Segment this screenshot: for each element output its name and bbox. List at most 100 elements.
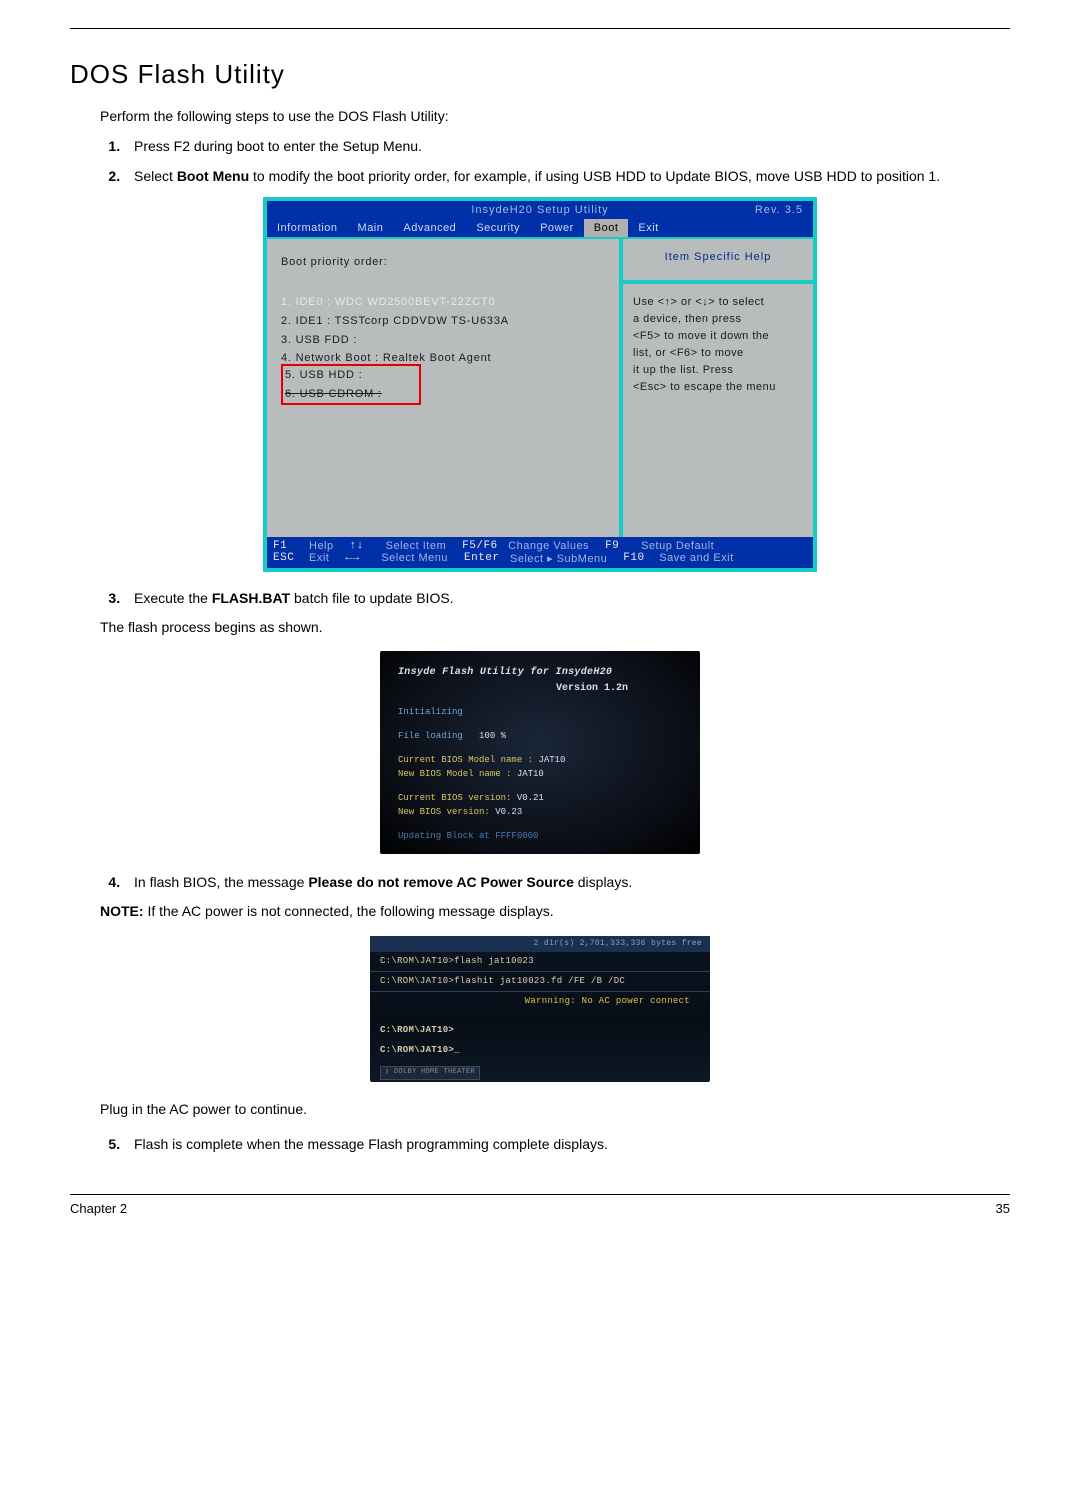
fv-save-exit: Save and Exit	[659, 552, 733, 565]
shot2-cvv: V0.21	[517, 793, 544, 803]
step-3: Execute the FLASH.BAT batch file to upda…	[124, 588, 1010, 608]
shot3-l3: C:\ROM\JAT10>	[380, 1025, 454, 1035]
shot3-l1: C:\ROM\JAT10>flash jat10023	[380, 956, 534, 966]
step-4-b: Please do not remove AC Power Source	[308, 874, 574, 890]
fv-setup-default: Setup Default	[641, 540, 714, 552]
help-line-6: <Esc> to escape the menu	[633, 379, 803, 396]
boot-item-2: 2. IDE1 : TSSTcorp CDDVDW TS-U633A	[281, 312, 605, 331]
fk-esc: ESC	[273, 552, 305, 565]
bios-header: InsydeH20 Setup Utility Rev. 3.5	[267, 201, 813, 219]
steps-list-cont2: In flash BIOS, the message Please do not…	[124, 872, 1010, 892]
fv-change-values: Change Values	[508, 540, 589, 552]
shot2-nml: New BIOS Model name :	[398, 769, 511, 779]
bios-rev: Rev. 3.5	[609, 204, 803, 216]
step-2-c: to modify the boot priority order, for e…	[249, 168, 940, 184]
step-4-a: In flash BIOS, the message	[134, 874, 308, 890]
step-4: In flash BIOS, the message Please do not…	[124, 872, 1010, 892]
help-line-2: a device, then press	[633, 311, 803, 328]
shot2-init: Initializing	[398, 706, 463, 720]
fv-select-menu: Select Menu	[381, 552, 448, 565]
page-title: DOS Flash Utility	[70, 59, 1010, 90]
fv-submenu: Select ▸ SubMenu	[510, 552, 607, 565]
step-2-a: Select	[134, 168, 177, 184]
steps-list-cont1: Execute the FLASH.BAT batch file to upda…	[124, 588, 1010, 608]
bios-left-panel: Boot priority order: 1. IDE0 : WDC WD250…	[267, 239, 623, 537]
help-line-4: list, or <F6> to move	[633, 345, 803, 362]
shot2-title: Insyde Flash Utility for InsydeH20	[398, 665, 688, 681]
red-highlight-box: 5. USB HDD : 6. USB CDROM :	[281, 364, 421, 405]
step-2: Select Boot Menu to modify the boot prio…	[124, 166, 1010, 186]
top-rule	[70, 28, 1010, 29]
shot2-cml: Current BIOS Model name :	[398, 755, 533, 765]
tab-security: Security	[466, 219, 530, 237]
fk-enter: Enter	[464, 552, 506, 565]
shot2-nmv: JAT10	[517, 769, 544, 779]
page-number: 35	[996, 1201, 1010, 1216]
shot3-topbar: 2 dir(s) 2,701,333,336 bytes free	[370, 936, 710, 952]
step-2-b: Boot Menu	[177, 168, 249, 184]
shot2-nvv: V0.23	[495, 807, 522, 817]
step-5: Flash is complete when the message Flash…	[124, 1134, 1010, 1154]
fv-select-item: Select Item	[386, 540, 447, 552]
bios-footer: F1Help ↑↓Select Item F5/F6Change Values …	[267, 537, 813, 568]
tab-boot: Boot	[584, 219, 629, 237]
step-4-c: displays.	[574, 874, 632, 890]
bios-help-panel: Item Specific Help Use <↑> or <↓> to sel…	[623, 239, 813, 537]
fk-f10: F10	[623, 552, 655, 565]
shot2-nvl: New BIOS version:	[398, 807, 490, 817]
steps-list-cont3: Flash is complete when the message Flash…	[124, 1134, 1010, 1154]
fk-f9: F9	[605, 540, 637, 552]
fv-exit: Exit	[309, 552, 329, 565]
boot-priority-label: Boot priority order:	[281, 253, 605, 272]
tab-exit: Exit	[628, 219, 668, 237]
shot3-warn: Warnning: No AC power connect	[380, 994, 700, 1009]
steps-list: Press F2 during boot to enter the Setup …	[124, 136, 1010, 187]
boot-item-1: 1. IDE0 : WDC WD2500BEVT-22ZCT0	[281, 293, 605, 312]
ac-warning-screenshot: 2 dir(s) 2,701,333,336 bytes free C:\ROM…	[370, 936, 710, 1082]
boot-item-6: 6. USB CDROM :	[285, 385, 382, 404]
shot3-l4: C:\ROM\JAT10>_	[380, 1045, 460, 1055]
step-4-note: NOTE: If the AC power is not connected, …	[100, 902, 1010, 922]
tab-advanced: Advanced	[393, 219, 466, 237]
tab-information: Information	[267, 219, 348, 237]
step-1: Press F2 during boot to enter the Setup …	[124, 136, 1010, 156]
step-3-c: batch file to update BIOS.	[290, 590, 453, 606]
step-3-follow: The flash process begins as shown.	[100, 618, 1010, 638]
fk-f5f6: F5/F6	[462, 540, 504, 552]
intro-text: Perform the following steps to use the D…	[100, 108, 1010, 124]
shot2-version: Version 1.2n	[398, 681, 688, 697]
fk-leftright: ←→	[345, 552, 377, 565]
boot-item-3: 3. USB FDD :	[281, 331, 605, 350]
bios-screenshot: InsydeH20 Setup Utility Rev. 3.5 Informa…	[263, 197, 817, 572]
help-title: Item Specific Help	[623, 239, 813, 284]
step-1-text: Press F2 during boot to enter the Setup …	[134, 138, 422, 154]
shot3-l2: C:\ROM\JAT10>flashit jat10023.fd /FE /B …	[380, 976, 625, 986]
boot-item-5: 5. USB HDD :	[285, 366, 413, 385]
flash-process-screenshot: Insyde Flash Utility for InsydeH20 Versi…	[380, 651, 700, 854]
shot2-cmv: JAT10	[538, 755, 565, 765]
help-line-1: Use <↑> or <↓> to select	[633, 294, 803, 311]
fv-help: Help	[309, 540, 334, 552]
note-label: NOTE:	[100, 903, 144, 919]
tab-main: Main	[348, 219, 394, 237]
shot3-badge: ▯ DOLBY HOME THEATER	[380, 1066, 480, 1080]
step-4-follow: Plug in the AC power to continue.	[100, 1100, 1010, 1120]
shot2-file: File loading	[398, 730, 463, 744]
help-line-3: <F5> to move it down the	[633, 328, 803, 345]
fk-updown: ↑↓	[350, 540, 382, 552]
fk-f1: F1	[273, 540, 305, 552]
shot2-updating: Updating Block at FFFF0000	[398, 830, 688, 844]
step-3-a: Execute the	[134, 590, 212, 606]
help-line-5: it up the list. Press	[633, 362, 803, 379]
bios-tabs: Information Main Advanced Security Power…	[267, 219, 813, 237]
chapter-label: Chapter 2	[70, 1201, 127, 1216]
tab-power: Power	[530, 219, 584, 237]
page-footer: Chapter 2 35	[70, 1195, 1010, 1216]
step-3-b: FLASH.BAT	[212, 590, 290, 606]
shot2-pct: 100 %	[479, 731, 506, 741]
bios-title: InsydeH20 Setup Utility	[471, 204, 608, 216]
help-body: Use <↑> or <↓> to select a device, then …	[623, 284, 813, 406]
shot2-cvl: Current BIOS version:	[398, 793, 511, 803]
step-5-text: Flash is complete when the message Flash…	[134, 1136, 608, 1152]
note-text: If the AC power is not connected, the fo…	[144, 903, 554, 919]
